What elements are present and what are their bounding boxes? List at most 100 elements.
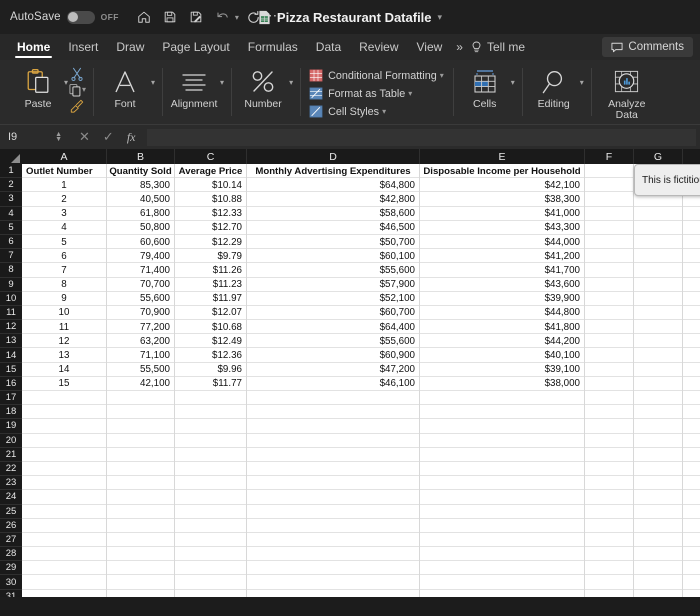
cell-A13[interactable]: 12: [22, 334, 107, 349]
cell-C30[interactable]: [175, 575, 247, 590]
cell-F14[interactable]: [585, 348, 634, 363]
cell-D22[interactable]: [247, 461, 420, 477]
cell-D26[interactable]: [247, 518, 420, 533]
cell-F23[interactable]: [585, 476, 634, 491]
row-header-21[interactable]: 21: [0, 448, 22, 462]
format-as-table-caret-icon[interactable]: ▾: [408, 89, 412, 98]
undo-icon[interactable]: [211, 6, 234, 29]
cell-G23[interactable]: [634, 476, 683, 491]
cell-C4[interactable]: $12.33: [175, 206, 247, 221]
cell-C12[interactable]: $10.68: [175, 320, 247, 335]
cell-A9[interactable]: 8: [22, 277, 107, 292]
cell-G8[interactable]: [634, 263, 683, 278]
cancel-entry-icon[interactable]: ✕: [79, 129, 90, 145]
cell-D30[interactable]: [247, 575, 420, 590]
cell-E7[interactable]: $41,200: [420, 249, 585, 264]
copy-dropdown-caret-icon[interactable]: ▾: [82, 85, 86, 94]
number-dropdown-caret-icon[interactable]: ▾: [289, 78, 293, 87]
cell-B21[interactable]: [107, 447, 175, 462]
cell-E24[interactable]: [420, 490, 585, 505]
cell-A28[interactable]: [22, 547, 107, 562]
cell-C27[interactable]: [175, 532, 247, 548]
font-dropdown-caret-icon[interactable]: ▾: [151, 78, 155, 87]
cell-E13[interactable]: $44,200: [420, 334, 585, 349]
cell-C31[interactable]: [175, 589, 247, 597]
title-dropdown-caret-icon[interactable]: ▾: [438, 12, 443, 23]
cell-A23[interactable]: [22, 476, 107, 491]
cell-D28[interactable]: [247, 547, 420, 562]
cell-B16[interactable]: 42,100: [107, 376, 175, 391]
cell-F20[interactable]: [585, 433, 634, 448]
cell-B17[interactable]: [107, 391, 175, 406]
cell-E4[interactable]: $41,000: [420, 206, 585, 221]
cell-F18[interactable]: [585, 405, 634, 420]
row-header-3[interactable]: 3: [0, 192, 22, 207]
cell-F25[interactable]: [585, 504, 634, 519]
cell-E28[interactable]: [420, 547, 585, 562]
cell-B3[interactable]: 40,500: [107, 192, 175, 207]
row-header-2[interactable]: 2: [0, 178, 22, 193]
cell-D15[interactable]: $47,200: [247, 362, 420, 377]
row-header-4[interactable]: 4: [0, 207, 22, 221]
cell-F15[interactable]: [585, 362, 634, 377]
more-tabs-icon[interactable]: »: [451, 40, 467, 54]
cell-D17[interactable]: [247, 391, 420, 406]
cell-F13[interactable]: [585, 334, 634, 349]
header-cell-E1[interactable]: Disposable Income per Household: [420, 164, 585, 179]
cell-G31[interactable]: [634, 589, 683, 597]
tab-review[interactable]: Review: [350, 34, 407, 60]
row-header-22[interactable]: 22: [0, 462, 22, 477]
cell-E25[interactable]: [420, 504, 585, 519]
cell-E29[interactable]: [420, 561, 585, 576]
cell-F21[interactable]: [585, 447, 634, 462]
cell-G10[interactable]: [634, 291, 683, 306]
cell-C22[interactable]: [175, 461, 247, 477]
row-header-17[interactable]: 17: [0, 391, 22, 406]
cell-A4[interactable]: 3: [22, 206, 107, 221]
cell-F22[interactable]: [585, 461, 634, 477]
cell-G28[interactable]: [634, 547, 683, 562]
insert-function-icon[interactable]: fx: [127, 130, 136, 145]
tab-page-layout[interactable]: Page Layout: [153, 34, 238, 60]
cell-E27[interactable]: [420, 532, 585, 548]
cell-E19[interactable]: [420, 419, 585, 434]
cell-A6[interactable]: 5: [22, 234, 107, 250]
cell-B20[interactable]: [107, 433, 175, 448]
cell-E21[interactable]: [420, 447, 585, 462]
cell-E6[interactable]: $44,000: [420, 234, 585, 250]
cell-A20[interactable]: [22, 433, 107, 448]
cell-A3[interactable]: 2: [22, 192, 107, 207]
cell-G20[interactable]: [634, 433, 683, 448]
cell-B23[interactable]: [107, 476, 175, 491]
cell-B14[interactable]: 71,100: [107, 348, 175, 363]
cell-G17[interactable]: [634, 391, 683, 406]
cell-A17[interactable]: [22, 391, 107, 406]
cell-A30[interactable]: [22, 575, 107, 590]
row-header-8[interactable]: 8: [0, 263, 22, 278]
cell-D4[interactable]: $58,600: [247, 206, 420, 221]
cell-D9[interactable]: $57,900: [247, 277, 420, 292]
cell-C2[interactable]: $10.14: [175, 178, 247, 193]
cell-D19[interactable]: [247, 419, 420, 434]
cell-F2[interactable]: [585, 178, 634, 193]
cell-E15[interactable]: $39,100: [420, 362, 585, 377]
row-header-19[interactable]: 19: [0, 419, 22, 434]
cell-B13[interactable]: 63,200: [107, 334, 175, 349]
cell-E26[interactable]: [420, 518, 585, 533]
cell-F27[interactable]: [585, 532, 634, 548]
cell-B27[interactable]: [107, 532, 175, 548]
name-box[interactable]: I9 ▲ ▼: [4, 127, 66, 147]
cell-B30[interactable]: [107, 575, 175, 590]
cell-E10[interactable]: $39,900: [420, 291, 585, 306]
cell-E5[interactable]: $43,300: [420, 220, 585, 235]
cell-F19[interactable]: [585, 419, 634, 434]
analyze-data-button[interactable]: Analyze Data: [598, 62, 656, 121]
row-header-31[interactable]: 31: [0, 590, 22, 597]
cell-B31[interactable]: [107, 589, 175, 597]
cell-E16[interactable]: $38,000: [420, 376, 585, 391]
cell-B7[interactable]: 79,400: [107, 249, 175, 264]
row-header-1[interactable]: 1: [0, 164, 22, 179]
cell-C14[interactable]: $12.36: [175, 348, 247, 363]
row-header-23[interactable]: 23: [0, 476, 22, 491]
cell-G24[interactable]: [634, 490, 683, 505]
